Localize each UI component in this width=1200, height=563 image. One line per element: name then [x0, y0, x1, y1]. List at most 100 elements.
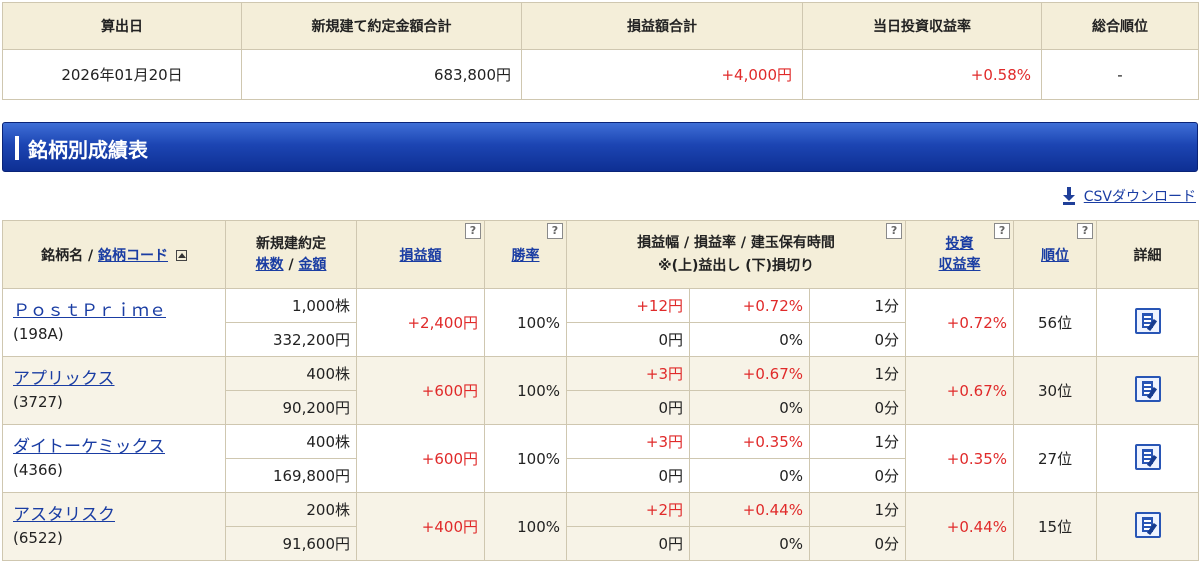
help-icon[interactable]: ?: [994, 223, 1011, 239]
yield-value: +0.67%: [905, 356, 1015, 425]
table-row: アスタリスク (6522) 200株 +400円 100% +2円 +0.44%…: [2, 492, 1200, 561]
section-marker: [15, 136, 19, 160]
stock-name-link[interactable]: ダイトーケミックス: [13, 437, 165, 457]
profit-time: 1分: [808, 356, 907, 391]
win-rate: 100%: [484, 356, 567, 425]
pl-value: +600円: [356, 424, 485, 493]
total-amount: 683,800円: [241, 49, 522, 100]
table-row: ダイトーケミックス (4366) 400株 +600円 100% +3円 +0.…: [2, 424, 1200, 493]
pl-value: +400円: [356, 492, 485, 561]
loss-rate: 0%: [689, 390, 810, 425]
summary-header-row: 算出日 新規建て約定金額合計 損益額合計 当日投資収益率 総合順位: [2, 2, 1199, 50]
shares: 200株: [225, 492, 357, 527]
header-name: 銘柄名 / 銘柄コード: [2, 220, 226, 289]
detail-icon[interactable]: [1134, 307, 1161, 334]
profit-range: +12円: [566, 288, 690, 323]
sort-by-pl-link[interactable]: 損益額: [400, 248, 442, 264]
loss-range: 0円: [566, 526, 690, 561]
stock-code: (198A): [13, 324, 64, 343]
yield-value: +0.44%: [905, 492, 1015, 561]
win-rate: 100%: [484, 492, 567, 561]
csv-download[interactable]: CSVダウンロード: [1062, 186, 1196, 206]
stock-name-link[interactable]: アプリックス: [13, 369, 115, 389]
loss-range: 0円: [566, 322, 690, 357]
profit-range: +2円: [566, 492, 690, 527]
summary-header: 当日投資収益率: [802, 2, 1042, 50]
help-icon[interactable]: ?: [1077, 223, 1094, 239]
stock-name-cell: アプリックス (3727): [2, 356, 226, 425]
yield-value: +0.72%: [905, 288, 1015, 357]
header-new-contract: 新規建約定 株数 / 金額: [225, 220, 357, 289]
amount: 91,600円: [225, 526, 357, 561]
pl-value: +2,400円: [356, 288, 485, 357]
sort-by-amount-link[interactable]: 金額: [298, 257, 326, 273]
stock-code: (3727): [13, 392, 63, 411]
summary-header: 総合順位: [1041, 2, 1199, 50]
section-title: 銘柄別成績表: [28, 138, 148, 162]
win-rate: 100%: [484, 424, 567, 493]
sort-by-rank-link[interactable]: 順位: [1041, 248, 1069, 264]
help-icon[interactable]: ?: [886, 223, 903, 239]
loss-rate: 0%: [689, 526, 810, 561]
profit-range: +3円: [566, 356, 690, 391]
summary-header: 算出日: [2, 2, 242, 50]
stock-name-cell: ＰｏｓｔＰｒｉｍｅ (198A): [2, 288, 226, 357]
stock-name-link[interactable]: アスタリスク: [13, 505, 115, 525]
detail-icon[interactable]: [1134, 511, 1161, 538]
yield-value: +0.35%: [905, 424, 1015, 493]
profit-time: 1分: [808, 288, 907, 323]
pl-total: +4,000円: [521, 49, 803, 100]
calc-date: 2026年01月20日: [2, 49, 242, 100]
detail-icon[interactable]: [1134, 375, 1161, 402]
profit-rate: +0.67%: [689, 356, 810, 391]
win-rate: 100%: [484, 288, 567, 357]
profit-rate: +0.44%: [689, 492, 810, 527]
table-header-row: 銘柄名 / 銘柄コード 新規建約定 株数 / 金額 ? 損益額 ? 勝率 ? 損…: [2, 220, 1200, 289]
amount: 90,200円: [225, 390, 357, 425]
detail-cell: [1096, 288, 1200, 357]
profit-time: 1分: [808, 424, 907, 459]
loss-rate: 0%: [689, 458, 810, 493]
loss-rate: 0%: [689, 322, 810, 357]
profit-range: +3円: [566, 424, 690, 459]
sort-by-win-rate-link[interactable]: 勝率: [512, 248, 540, 264]
profit-rate: +0.72%: [689, 288, 810, 323]
rank-value: 56位: [1013, 288, 1098, 357]
stock-name-cell: アスタリスク (6522): [2, 492, 226, 561]
detail-icon[interactable]: [1134, 443, 1161, 470]
loss-time: 0分: [808, 322, 907, 357]
profit-time: 1分: [808, 492, 907, 527]
stock-code: (6522): [13, 528, 63, 547]
section-header-bar: 銘柄別成績表: [2, 122, 1198, 172]
shares: 400株: [225, 356, 357, 391]
header-detail: 詳細: [1096, 220, 1200, 289]
profit-rate: +0.35%: [689, 424, 810, 459]
help-icon[interactable]: ?: [547, 223, 563, 239]
detail-cell: [1096, 424, 1200, 493]
summary-header: 新規建て約定金額合計: [241, 2, 522, 50]
sort-up-icon[interactable]: [175, 250, 187, 261]
header-rank: ? 順位: [1013, 220, 1098, 289]
detail-cell: [1096, 356, 1200, 425]
shares: 1,000株: [225, 288, 357, 323]
csv-download-link[interactable]: CSVダウンロード: [1084, 186, 1196, 206]
header-win-rate: ? 勝率: [484, 220, 567, 289]
table-row: アプリックス (3727) 400株 +600円 100% +3円 +0.67%…: [2, 356, 1200, 425]
sort-by-yield-link[interactable]: 投資 収益率: [939, 236, 981, 273]
detail-cell: [1096, 492, 1200, 561]
pl-value: +600円: [356, 356, 485, 425]
amount: 169,800円: [225, 458, 357, 493]
help-icon[interactable]: ?: [465, 223, 481, 239]
loss-time: 0分: [808, 390, 907, 425]
rank-value: 15位: [1013, 492, 1098, 561]
daily-yield: +0.58%: [802, 49, 1042, 100]
stock-name-link[interactable]: ＰｏｓｔＰｒｉｍｅ: [13, 301, 166, 321]
table-row: ＰｏｓｔＰｒｉｍｅ (198A) 1,000株 +2,400円 100% +12…: [2, 288, 1200, 357]
download-icon[interactable]: [1062, 187, 1076, 205]
loss-time: 0分: [808, 526, 907, 561]
stock-name-cell: ダイトーケミックス (4366): [2, 424, 226, 493]
amount: 332,200円: [225, 322, 357, 357]
sort-by-code-link[interactable]: 銘柄コード: [98, 248, 168, 264]
sort-by-shares-link[interactable]: 株数: [256, 257, 284, 273]
header-pl: ? 損益額: [356, 220, 485, 289]
